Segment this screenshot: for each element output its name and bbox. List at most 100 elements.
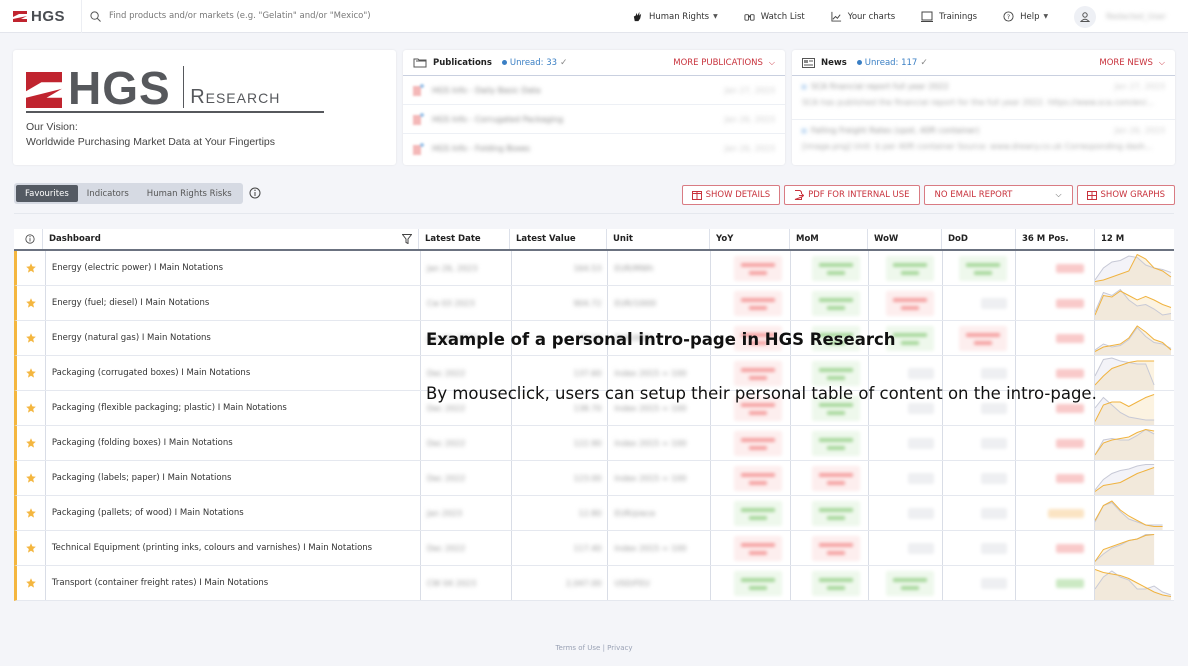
star-icon[interactable] <box>26 578 36 588</box>
show-details-button[interactable]: SHOW DETAILS <box>681 185 781 205</box>
column-header-12m[interactable]: 12 M <box>1095 229 1174 249</box>
sparkline-cell[interactable] <box>1095 356 1174 390</box>
dashboard-name[interactable]: Packaging (corrugated boxes) I Main Nota… <box>52 368 250 378</box>
email-report-select[interactable]: NO EMAIL REPORT ⌵ <box>923 185 1073 205</box>
brand-logo[interactable]: HGS <box>0 0 82 33</box>
sparkline-cell[interactable] <box>1095 531 1174 565</box>
star-icon[interactable] <box>26 263 36 273</box>
dashboard-name-cell[interactable]: Energy (electric power) I Main Notations <box>46 251 421 285</box>
table-row[interactable]: Packaging (folding boxes) I Main Notatio… <box>14 426 1174 461</box>
show-graphs-button[interactable]: SHOW GRAPHS <box>1076 185 1175 205</box>
nav-human-rights[interactable]: Human Rights ▼ <box>632 11 718 22</box>
dashboard-name[interactable]: Transport (container freight rates) I Ma… <box>52 578 268 588</box>
column-header-wow[interactable]: WoW <box>868 229 942 249</box>
yoy-cell <box>711 566 791 600</box>
filter-icon[interactable] <box>402 234 412 244</box>
unit: USD/FEU <box>614 578 650 588</box>
star-icon[interactable] <box>26 508 36 518</box>
dashboard-name[interactable]: Packaging (pallets; of wood) I Main Nota… <box>52 508 244 518</box>
nav-help[interactable]: ? Help ▼ <box>1003 11 1048 22</box>
dashboard-name-cell[interactable]: Energy (natural gas) I Main Notations <box>46 321 421 355</box>
table-row[interactable]: Energy (electric power) I Main Notations… <box>14 251 1174 286</box>
publications-unread[interactable]: Unread: 33 ✓ <box>501 58 568 68</box>
dashboard-name-cell[interactable]: Packaging (corrugated boxes) I Main Nota… <box>46 356 421 390</box>
column-header-latest-value[interactable]: Latest Value <box>510 229 607 249</box>
column-header-unit[interactable]: Unit <box>607 229 710 249</box>
star-icon[interactable] <box>26 473 36 483</box>
sparkline-cell[interactable] <box>1095 461 1174 495</box>
sparkline-cell[interactable] <box>1095 496 1174 530</box>
star-icon[interactable] <box>26 403 36 413</box>
column-header-mom[interactable]: MoM <box>790 229 868 249</box>
star-icon[interactable] <box>26 333 36 343</box>
news-item[interactable]: SCA financial report full year 2022 Jan 2… <box>792 76 1175 120</box>
tab-human-rights-risks[interactable]: Human Rights Risks <box>138 185 241 202</box>
dashboard-name[interactable]: Energy (electric power) I Main Notations <box>52 263 223 273</box>
star-icon[interactable] <box>26 298 36 308</box>
publication-item[interactable]: HGS Info - Daily Basic Data Jan 27, 2023 <box>403 76 785 105</box>
nav-your-charts[interactable]: Your charts <box>831 11 895 22</box>
pdf-internal-use-button[interactable]: PDF FOR INTERNAL USE <box>784 185 920 205</box>
sparkline-cell[interactable] <box>1095 391 1174 425</box>
logo-brand-text: HGS <box>68 62 171 114</box>
sparkline-cell[interactable] <box>1095 566 1174 600</box>
star-icon[interactable] <box>26 438 36 448</box>
table-row[interactable]: Energy (fuel; diesel) I Main Notations C… <box>14 286 1174 321</box>
dashboard-name[interactable]: Packaging (labels; paper) I Main Notatio… <box>52 473 231 483</box>
dashboard-name-cell[interactable]: Technical Equipment (printing inks, colo… <box>46 531 421 565</box>
privacy-link[interactable]: Privacy <box>607 644 632 652</box>
tab-indicators[interactable]: Indicators <box>78 185 138 202</box>
pdf-file-icon <box>413 113 424 125</box>
table-row[interactable]: Technical Equipment (printing inks, colo… <box>14 531 1174 566</box>
check-icon[interactable]: ✓ <box>560 58 568 68</box>
dashboard-name[interactable]: Energy (fuel; diesel) I Main Notations <box>52 298 209 308</box>
table-row[interactable]: Transport (container freight rates) I Ma… <box>14 566 1174 601</box>
check-icon[interactable]: ✓ <box>920 58 928 68</box>
user-menu[interactable]: Redacted_User <box>1074 5 1166 28</box>
sparkline-cell[interactable] <box>1095 286 1174 320</box>
dashboard-name[interactable]: Packaging (flexible packaging; plastic) … <box>52 403 287 413</box>
latest-value: 904.72 <box>573 298 602 308</box>
info-icon[interactable] <box>249 187 261 199</box>
news-item[interactable]: Falling Freight Rates (spot, 40ft contai… <box>792 120 1175 164</box>
column-header-yoy[interactable]: YoY <box>710 229 790 249</box>
star-icon[interactable] <box>26 368 36 378</box>
info-icon[interactable] <box>24 234 35 244</box>
column-header-36m-position[interactable]: 36 M Pos. <box>1016 229 1095 249</box>
publication-item[interactable]: HGS Info - Folding Boxes Jan 26, 2023 <box>403 134 785 163</box>
tab-favourites[interactable]: Favourites <box>16 185 78 202</box>
publication-item[interactable]: HGS Info - Corrugated Packaging Jan 26, … <box>403 105 785 134</box>
dashboard-name[interactable]: Packaging (folding boxes) I Main Notatio… <box>52 438 233 448</box>
more-publications-button[interactable]: MORE PUBLICATIONS ⌵ <box>673 58 775 68</box>
search-input[interactable] <box>107 10 507 22</box>
table-row[interactable]: Packaging (labels; paper) I Main Notatio… <box>14 461 1174 496</box>
dashboard-name-cell[interactable]: Packaging (pallets; of wood) I Main Nota… <box>46 496 421 530</box>
dashboard-name-cell[interactable]: Packaging (flexible packaging; plastic) … <box>46 391 421 425</box>
more-news-button[interactable]: MORE NEWS ⌵ <box>1099 58 1165 68</box>
column-header-dod[interactable]: DoD <box>942 229 1016 249</box>
nav-trainings[interactable]: Trainings <box>921 11 977 22</box>
column-header-latest-date[interactable]: Latest Date <box>419 229 510 249</box>
dashboard-name-cell[interactable]: Energy (fuel; diesel) I Main Notations <box>46 286 421 320</box>
dashboard-name[interactable]: Energy (natural gas) I Main Notations <box>52 333 211 343</box>
vision-line-2: Worldwide Purchasing Market Data at Your… <box>26 136 276 148</box>
dod-cell <box>943 566 1017 600</box>
sparkline-cell[interactable] <box>1095 321 1174 355</box>
sparkline-cell[interactable] <box>1095 251 1174 285</box>
latest-value-cell: 12.80 <box>512 496 609 530</box>
dashboard-name-cell[interactable]: Packaging (folding boxes) I Main Notatio… <box>46 426 421 460</box>
nav-watch-list[interactable]: Watch List <box>744 11 805 22</box>
news-unread[interactable]: Unread: 117 ✓ <box>856 58 928 68</box>
star-icon[interactable] <box>26 543 36 553</box>
column-header-dashboard[interactable]: Dashboard <box>43 229 419 249</box>
sparkline-cell[interactable] <box>1095 426 1174 460</box>
table-row[interactable]: Packaging (pallets; of wood) I Main Nota… <box>14 496 1174 531</box>
terms-of-use-link[interactable]: Terms of Use <box>555 644 600 652</box>
yoy-cell <box>711 286 791 320</box>
dashboard-name-cell[interactable]: Packaging (labels; paper) I Main Notatio… <box>46 461 421 495</box>
hgs-research-logo-card: HGS Research Our Vision: Worldwide Purch… <box>13 50 396 165</box>
unit-cell: Index 2015 = 100 <box>608 426 712 460</box>
table-header: Dashboard Latest Date Latest Value Unit … <box>14 229 1174 251</box>
dashboard-name-cell[interactable]: Transport (container freight rates) I Ma… <box>46 566 421 600</box>
dashboard-name[interactable]: Technical Equipment (printing inks, colo… <box>52 543 372 553</box>
